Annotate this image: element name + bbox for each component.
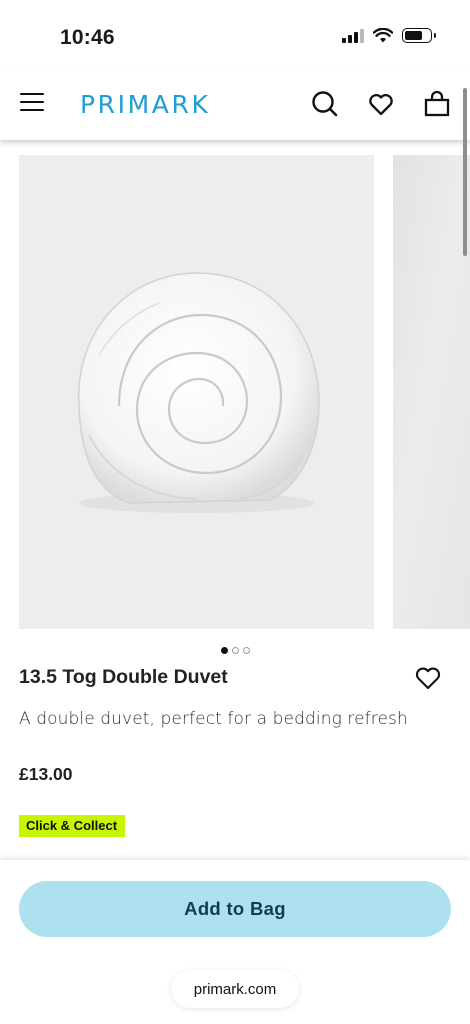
gallery-dot[interactable] (242, 647, 250, 654)
product-image[interactable] (19, 155, 374, 629)
gallery-dot[interactable] (220, 647, 228, 654)
click-collect-badge: Click & Collect (19, 815, 126, 837)
battery-icon (402, 28, 436, 43)
product-image-gallery[interactable] (19, 155, 470, 629)
add-to-wishlist-heart-icon[interactable] (414, 665, 442, 691)
wifi-icon (373, 28, 393, 43)
product-title: 13.5 Tog Double Duvet (19, 666, 228, 688)
search-icon[interactable] (311, 90, 339, 118)
bottom-action-bar: Add to Bag primark.com (0, 860, 470, 1024)
site-header: PRIMARK (0, 66, 470, 140)
status-icons (342, 28, 436, 43)
status-time: 10:46 (60, 26, 115, 49)
browser-url-pill[interactable]: primark.com (171, 970, 299, 1008)
product-price: £13.00 (19, 764, 73, 784)
primark-logo[interactable]: PRIMARK (80, 90, 210, 119)
product-description: A double duvet, perfect for a bedding re… (19, 709, 408, 729)
rolled-duvet-image (78, 272, 320, 513)
bag-icon[interactable] (423, 90, 451, 118)
status-bar: 10:46 (0, 0, 470, 66)
cellular-signal-icon (342, 28, 364, 43)
menu-icon[interactable] (20, 91, 44, 113)
heart-icon[interactable] (367, 90, 395, 118)
gallery-dot[interactable] (231, 647, 239, 654)
add-to-bag-button[interactable]: Add to Bag (19, 881, 451, 937)
gallery-pagination (0, 647, 470, 654)
next-product-image[interactable] (393, 155, 470, 629)
scrollbar[interactable] (463, 88, 467, 256)
